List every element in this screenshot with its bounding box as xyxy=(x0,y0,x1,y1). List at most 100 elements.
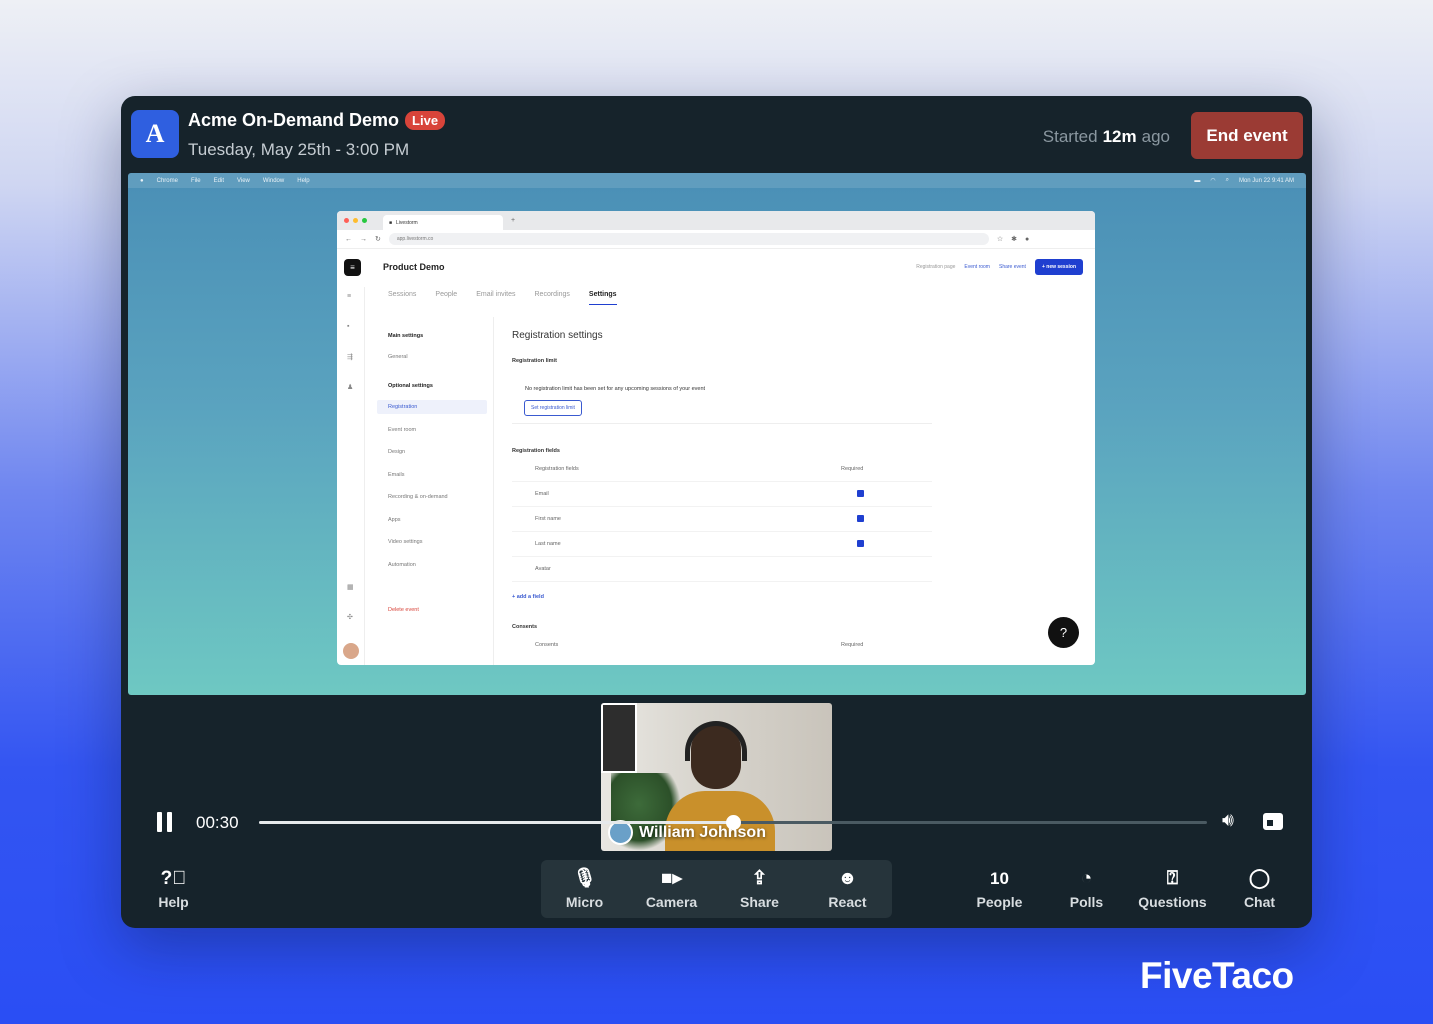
people-count: 10 xyxy=(990,868,1009,888)
registration-fields-label: Registration fields xyxy=(512,448,560,454)
reload-icon: ↻ xyxy=(375,236,381,243)
share-event-link: Share event xyxy=(998,264,1026,270)
required-checkbox-icon xyxy=(857,540,864,547)
user-avatar xyxy=(343,643,359,659)
pause-icon xyxy=(167,812,172,832)
battery-icon: ▬ xyxy=(1194,177,1201,184)
field-row: First name xyxy=(512,507,932,532)
browser-tabstrip: ■ Livestorm + xyxy=(337,211,1095,230)
delete-event-link: Delete event xyxy=(388,607,419,613)
emoji-icon: ☻ xyxy=(837,867,858,889)
app-left-rail: ≡ ▪ ⇶ ♟ ▦ ✣ xyxy=(337,287,365,665)
chat-label: Chat xyxy=(1243,893,1276,910)
event-title-line: Acme On-Demand Demo Live xyxy=(188,110,446,131)
fullscreen-icon[interactable] xyxy=(1263,813,1283,830)
profile-icon: ● xyxy=(1025,235,1030,243)
share-button[interactable]: ⇪ Share xyxy=(716,860,803,918)
forward-icon: → xyxy=(360,235,367,243)
mac-menu-item: View xyxy=(236,177,250,184)
brand-wordmark: FiveTaco xyxy=(1140,955,1294,996)
questions-label: Questions xyxy=(1138,893,1207,910)
event-window: A Acme On-Demand Demo Live Tuesday, May … xyxy=(121,96,1312,928)
settings-nav-heading: Optional settings xyxy=(388,383,433,389)
consents-required-header: Required xyxy=(841,642,864,648)
event-title: Acme On-Demand Demo xyxy=(188,110,400,130)
consents-label: Consents xyxy=(512,624,538,630)
apple-icon: ● xyxy=(140,177,144,184)
consents-header: Consents xyxy=(535,642,559,648)
required-checkbox-icon xyxy=(857,490,864,497)
seek-handle[interactable] xyxy=(726,815,741,830)
tab-sessions: Sessions xyxy=(388,291,417,298)
playback-bar: 00:30 🔊︎ xyxy=(121,804,1312,840)
mac-menu-item: File xyxy=(190,177,201,184)
mac-menu-item: Help xyxy=(297,177,310,184)
list-icon: ≡ xyxy=(347,293,352,300)
help-button[interactable]: ?⃝ Help xyxy=(130,860,217,918)
end-event-button[interactable]: End event xyxy=(1191,112,1303,159)
pause-icon xyxy=(157,812,162,832)
camera-button[interactable]: ■▸ Camera xyxy=(628,860,715,918)
micro-button[interactable]: 🎙︎ Micro xyxy=(541,860,628,918)
mac-status-area: ▬ ◠ ⌕ Mon Jun 22 9:41 AM xyxy=(1194,173,1294,188)
registration-page-link: Registration page xyxy=(916,264,956,270)
app-tabs: Sessions People Email invites Recordings… xyxy=(388,291,617,305)
url-field: app.livestorm.co xyxy=(388,233,989,245)
tab-settings: Settings xyxy=(588,291,617,305)
workflow-icon: ⇶ xyxy=(347,354,353,361)
new-tab-icon: + xyxy=(511,217,516,224)
settings-nav-item: Apps xyxy=(388,517,401,523)
react-label: React xyxy=(828,893,867,910)
polls-button[interactable]: ◔ Polls xyxy=(1043,860,1130,918)
event-logo: A xyxy=(131,110,179,158)
mac-menu-item: Edit xyxy=(213,177,224,184)
field-name: Avatar xyxy=(535,566,551,572)
mac-menu-item: Chrome xyxy=(156,177,178,184)
people-label: People xyxy=(976,893,1023,910)
settings-nav-item: Automation xyxy=(388,562,416,568)
settings-nav-item: Design xyxy=(388,449,406,455)
shared-screen: ● Chrome File Edit View Window Help ▬ ◠ … xyxy=(128,173,1306,695)
extensions-icon: ✱ xyxy=(1011,236,1018,243)
live-badge: Live xyxy=(405,111,446,130)
grid-icon: ▦ xyxy=(347,584,354,591)
app-header: ≡ Product Demo Registration page Event r… xyxy=(337,255,1095,279)
help-label: Help xyxy=(158,893,189,910)
field-name: First name xyxy=(535,516,561,522)
wall-frame xyxy=(601,703,637,773)
browser-window: ■ Livestorm + ← → ↻ app.livestorm.co ☆ ✱… xyxy=(337,211,1095,665)
share-label: Share xyxy=(740,893,779,910)
registration-limit-label: Registration limit xyxy=(512,358,557,364)
tab-recordings: Recordings xyxy=(534,291,570,298)
event-header: A Acme On-Demand Demo Live Tuesday, May … xyxy=(121,96,1312,172)
questions-button[interactable]: ⍰ Questions xyxy=(1129,860,1216,918)
fields-header-row: Registration fields Required xyxy=(512,457,932,482)
tab-email-invites: Email invites xyxy=(476,291,516,298)
settings-nav-registration: Registration xyxy=(377,400,487,414)
url-text: app.livestorm.co xyxy=(396,236,434,242)
volume-icon[interactable]: 🔊︎ xyxy=(1222,810,1234,832)
add-field-link: + add a field xyxy=(512,594,544,600)
playback-time: 00:30 xyxy=(196,813,239,832)
pause-button[interactable] xyxy=(157,812,175,832)
minimize-dot-icon xyxy=(353,218,358,223)
people-button[interactable]: 10 People xyxy=(956,860,1043,918)
questions-icon: ⍰ xyxy=(1166,867,1179,889)
new-session-button: + new session xyxy=(1034,259,1083,275)
app-actions: Registration page Event room Share event… xyxy=(916,259,1083,275)
chat-button[interactable]: ◯ Chat xyxy=(1216,860,1303,918)
star-icon: ☆ xyxy=(996,236,1004,243)
control-bar: ?⃝ Help 🎙︎ Micro ■▸ Camera ⇪ Share ☻ Rea… xyxy=(121,860,1312,928)
browser-tab-label: Livestorm xyxy=(396,219,418,226)
favicon-icon: ■ xyxy=(389,219,393,226)
video-camera-icon: ■▸ xyxy=(660,867,682,889)
seek-bar[interactable] xyxy=(259,815,1207,830)
browser-address-bar: ← → ↻ app.livestorm.co ☆ ✱ ● xyxy=(337,230,1095,249)
field-name: Last name xyxy=(535,541,561,547)
consents-header-row: Consents Required xyxy=(512,633,932,658)
mac-clock: Mon Jun 22 9:41 AM xyxy=(1238,177,1294,184)
react-button[interactable]: ☻ React xyxy=(804,860,891,918)
browser-tab: ■ Livestorm xyxy=(383,215,503,230)
field-row: Last name xyxy=(512,532,932,557)
settings-nav-item: Event room xyxy=(388,427,417,433)
